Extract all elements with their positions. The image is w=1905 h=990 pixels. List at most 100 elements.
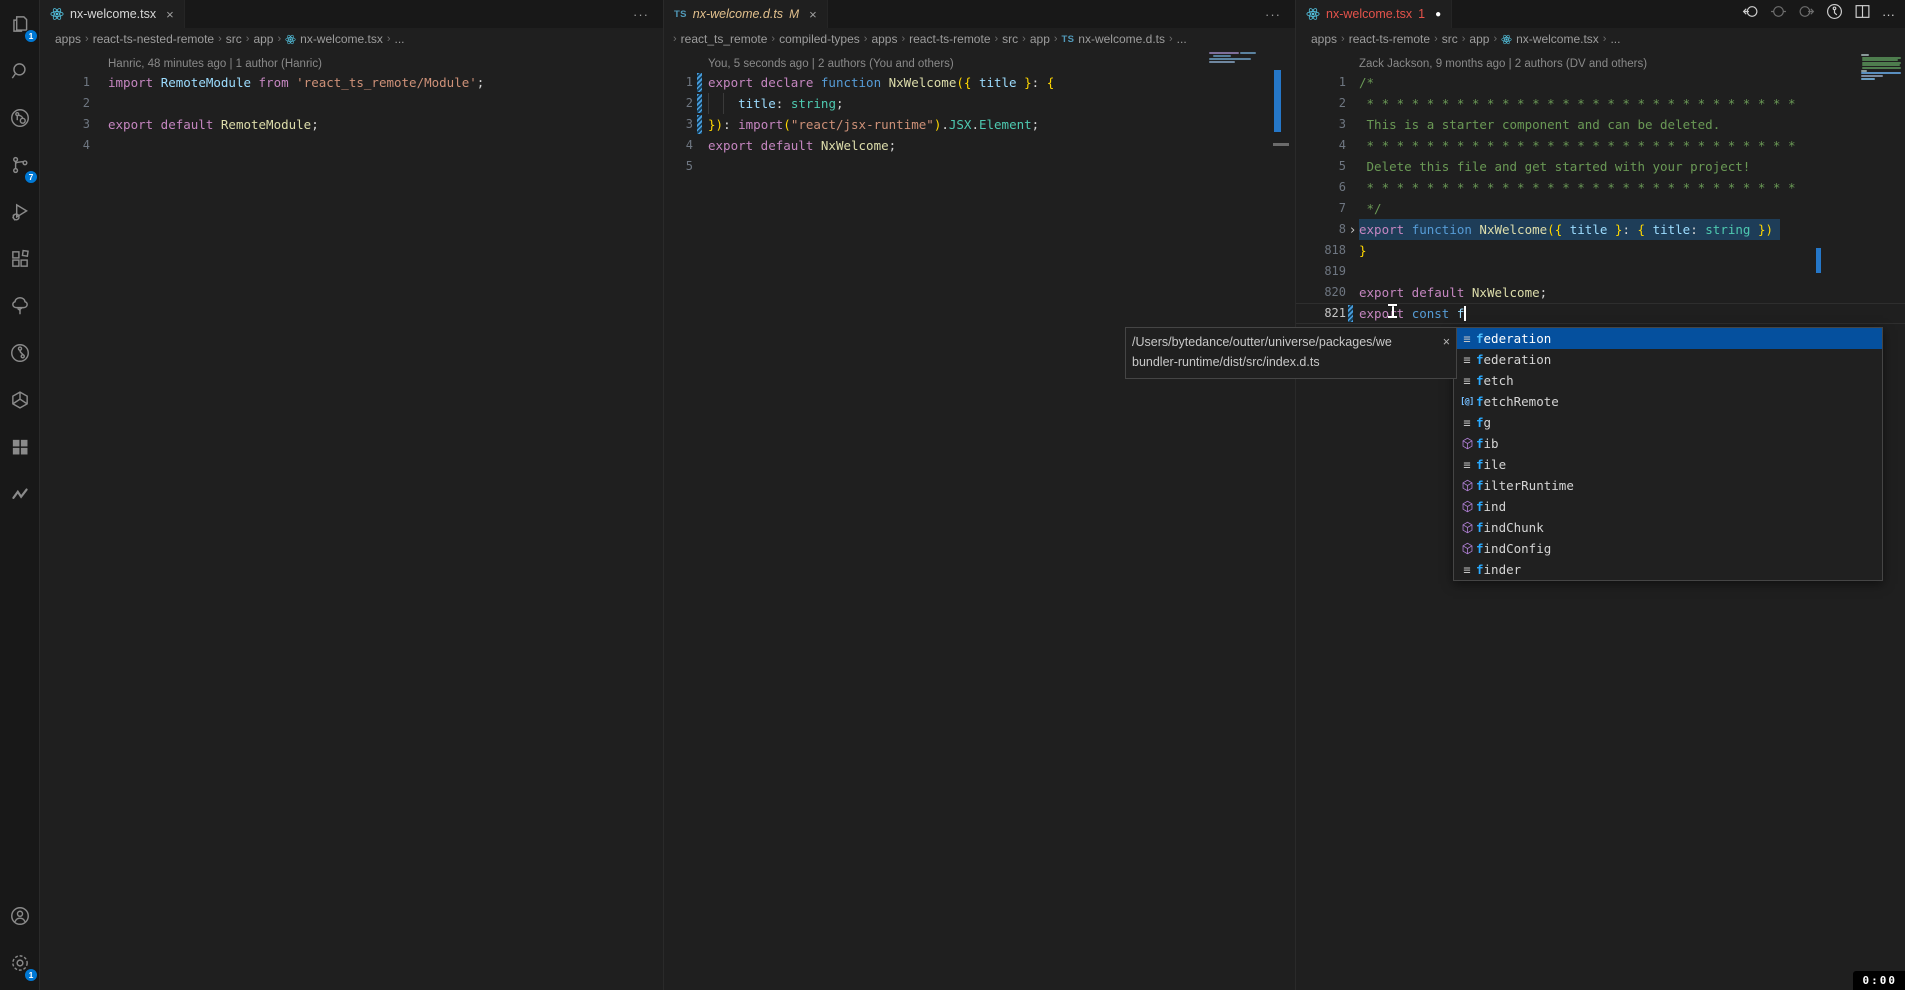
minimap[interactable]	[1861, 54, 1903, 84]
code-line[interactable]: 4 * * * * * * * * * * * * * * * * * * * …	[1296, 135, 1905, 156]
breadcrumb-file[interactable]: TS nx-welcome.d.ts	[1062, 32, 1165, 46]
breadcrumb-file[interactable]: nx-welcome.tsx	[285, 32, 383, 46]
tab-nx-welcome-dts[interactable]: TS nx-welcome.d.ts M ×	[664, 0, 828, 28]
code-line-current[interactable]: 821export const f	[1296, 303, 1905, 324]
code-line[interactable]: 5	[664, 156, 1295, 177]
code-line[interactable]: 4	[40, 135, 663, 156]
file-history-icon[interactable]	[1826, 3, 1843, 25]
dirty-dot-icon[interactable]: ●	[1435, 9, 1441, 20]
gitlens-icon[interactable]	[0, 94, 40, 141]
suggestion-label: federation	[1476, 331, 1551, 346]
testing-tree-icon[interactable]	[0, 282, 40, 329]
breadcrumb-item[interactable]: app	[1469, 32, 1489, 46]
code-line[interactable]: 3 This is a starter component and can be…	[1296, 114, 1905, 135]
chevron-right-icon: ›	[1169, 33, 1173, 45]
breadcrumb-item[interactable]: apps	[871, 32, 897, 46]
suggestion-label: fg	[1476, 415, 1491, 430]
next-change-icon[interactable]	[1798, 3, 1815, 25]
suggestion-item[interactable]: findConfig	[1454, 538, 1882, 559]
code-line[interactable]: 1import RemoteModule from 'react_ts_remo…	[40, 72, 663, 93]
code-line[interactable]: 6 * * * * * * * * * * * * * * * * * * * …	[1296, 177, 1905, 198]
explorer-icon[interactable]: 1	[0, 0, 40, 47]
overview-ruler-dash	[1273, 143, 1289, 146]
suggestion-item[interactable]: fetchRemote	[1454, 391, 1882, 412]
suggestion-item[interactable]: filterRuntime	[1454, 475, 1882, 496]
run-debug-icon[interactable]	[0, 188, 40, 235]
gitlens-codelens[interactable]: Hanric, 48 minutes ago | 1 author (Hanri…	[40, 50, 663, 72]
open-changes-icon[interactable]	[1770, 3, 1787, 25]
suggestion-item[interactable]: file	[1454, 454, 1882, 475]
line-number: 7	[1296, 198, 1346, 219]
gitlens-codelens[interactable]: You, 5 seconds ago | 2 authors (You and …	[664, 50, 1295, 72]
gitlens-codelens[interactable]: Zack Jackson, 9 months ago | 2 authors (…	[1296, 50, 1905, 72]
breadcrumb-file[interactable]: nx-welcome.tsx	[1501, 32, 1599, 46]
more-actions-icon[interactable]: ···	[633, 7, 649, 22]
suggestion-item[interactable]: finder	[1454, 559, 1882, 580]
split-editor-icon[interactable]	[1854, 3, 1871, 25]
code-line[interactable]: 5 Delete this file and get started with …	[1296, 156, 1905, 177]
breadcrumb-item[interactable]: src	[1442, 32, 1458, 46]
code-line[interactable]: 3export default RemoteModule;	[40, 114, 663, 135]
nx-console-icon[interactable]	[0, 376, 40, 423]
minimap[interactable]	[1209, 52, 1269, 72]
breadcrumb-item[interactable]: react-ts-remote	[1349, 32, 1430, 46]
more-actions-icon[interactable]: ···	[1265, 7, 1281, 22]
accounts-icon[interactable]	[0, 892, 40, 939]
code-area[interactable]: 1/* 2 * * * * * * * * * * * * * * * * * …	[1296, 72, 1905, 324]
code-line[interactable]: 819	[1296, 261, 1905, 282]
suggestion-item[interactable]: federation	[1454, 349, 1882, 370]
extensions-icon[interactable]	[0, 235, 40, 282]
more-actions-icon[interactable]: ···	[1882, 7, 1895, 22]
breadcrumb-item[interactable]: src	[1002, 32, 1018, 46]
breadcrumb-tail[interactable]: ...	[1610, 32, 1620, 46]
code-line[interactable]: 2 title: string;	[664, 93, 1295, 114]
grid-icon[interactable]	[0, 423, 40, 470]
breadcrumb-tail[interactable]: ...	[1177, 32, 1187, 46]
source-control-icon[interactable]: 7	[0, 141, 40, 188]
tab-close-icon[interactable]: ×	[166, 7, 174, 22]
breadcrumb: apps› react-ts-remote› src› app› nx-welc…	[1296, 28, 1905, 50]
fold-icon[interactable]	[1346, 72, 1359, 93]
fold-icon[interactable]	[1346, 219, 1359, 240]
suggestion-item[interactable]: fib	[1454, 433, 1882, 454]
previous-change-icon[interactable]	[1742, 3, 1759, 25]
breadcrumb-item[interactable]: apps	[55, 32, 81, 46]
code-line[interactable]: 4export default NxWelcome;	[664, 135, 1295, 156]
tab-nx-welcome-tsx-left[interactable]: nx-welcome.tsx ×	[40, 0, 185, 28]
line-number: 1	[664, 72, 693, 93]
breadcrumb-tail[interactable]: ...	[395, 32, 405, 46]
breadcrumb-item[interactable]: compiled-types	[779, 32, 860, 46]
breadcrumb-item[interactable]: react_ts_remote	[681, 32, 768, 46]
suggestion-item[interactable]: fg	[1454, 412, 1882, 433]
tab-close-icon[interactable]: ×	[809, 7, 817, 22]
code-line-folded[interactable]: 8export function NxWelcome({ title }: { …	[1296, 219, 1905, 240]
zigzag-icon[interactable]	[0, 470, 40, 517]
code-line[interactable]: 2	[40, 93, 663, 114]
search-icon[interactable]	[0, 47, 40, 94]
code-area[interactable]: 1import RemoteModule from 'react_ts_remo…	[40, 72, 663, 156]
breadcrumb-item[interactable]: src	[226, 32, 242, 46]
breadcrumb-item[interactable]: app	[1030, 32, 1050, 46]
editor-actions-right: ···	[1742, 0, 1895, 28]
code-line[interactable]: 2 * * * * * * * * * * * * * * * * * * * …	[1296, 93, 1905, 114]
code-line[interactable]: 1/*	[1296, 72, 1905, 93]
breadcrumb-item[interactable]: react-ts-nested-remote	[93, 32, 214, 46]
react-icon	[285, 34, 296, 45]
breadcrumb-item[interactable]: app	[253, 32, 273, 46]
code-line[interactable]: 820export default NxWelcome;	[1296, 282, 1905, 303]
code-line[interactable]: 818}	[1296, 240, 1905, 261]
suggestion-item[interactable]: findChunk	[1454, 517, 1882, 538]
code-line[interactable]: 7 */	[1296, 198, 1905, 219]
code-line[interactable]: 1export declare function NxWelcome({ tit…	[664, 72, 1295, 93]
suggestion-item[interactable]: find	[1454, 496, 1882, 517]
settings-gear-icon[interactable]: 1	[0, 939, 40, 986]
commit-graph-icon[interactable]	[0, 329, 40, 376]
suggestion-item[interactable]: fetch	[1454, 370, 1882, 391]
code-area[interactable]: 1export declare function NxWelcome({ tit…	[664, 72, 1295, 177]
code-line[interactable]: 3}): import("react/jsx-runtime").JSX.Ele…	[664, 114, 1295, 135]
close-icon[interactable]: ×	[1443, 335, 1450, 349]
tab-nx-welcome-tsx-right[interactable]: nx-welcome.tsx 1 ●	[1296, 0, 1452, 28]
suggestion-item[interactable]: federation	[1454, 328, 1882, 349]
breadcrumb-item[interactable]: apps	[1311, 32, 1337, 46]
breadcrumb-item[interactable]: react-ts-remote	[909, 32, 990, 46]
